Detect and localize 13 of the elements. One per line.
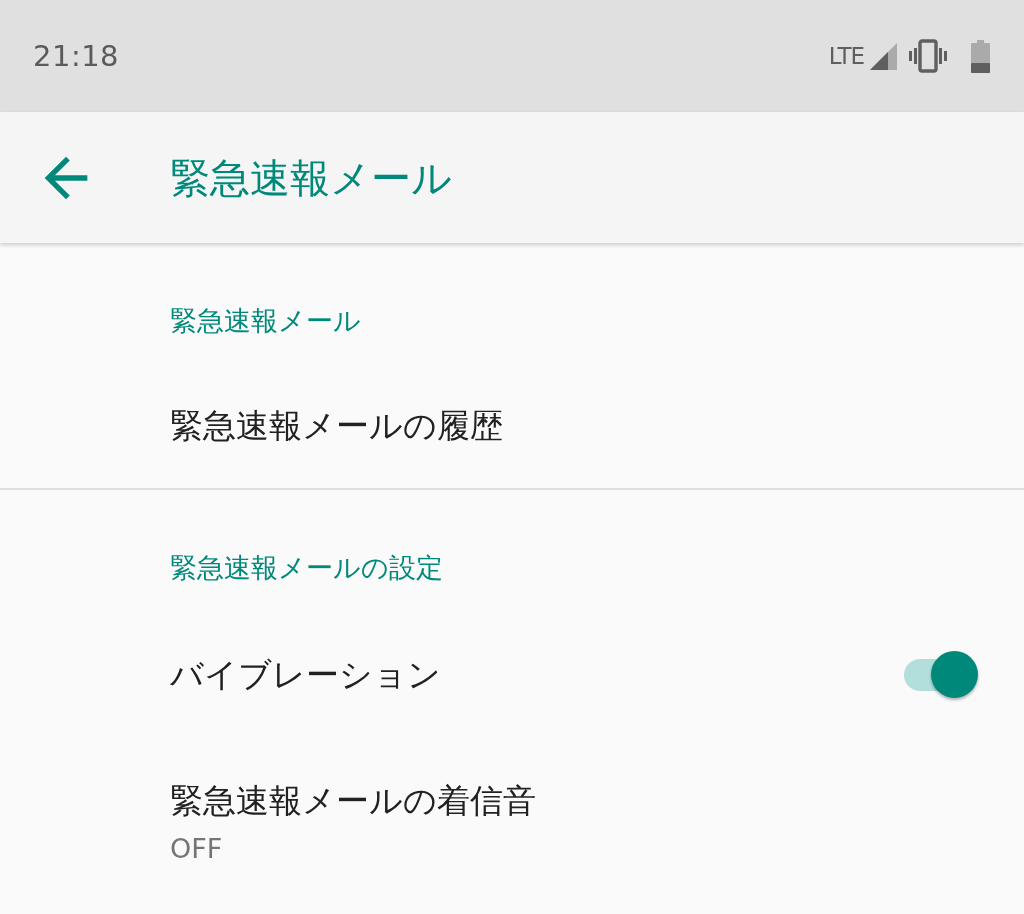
status-time: 21:18 (33, 39, 120, 73)
vibrate-icon (909, 39, 947, 73)
page-title: 緊急速報メール (170, 153, 452, 203)
section-header: 緊急速報メール (170, 304, 361, 338)
toggle-switch[interactable] (902, 651, 978, 699)
network-type: LTE (828, 43, 864, 69)
settings-item[interactable]: 緊急速報メールの着信音 (170, 779, 536, 823)
battery-icon (971, 39, 990, 73)
settings-item[interactable]: 緊急速報メールの履歴 (170, 404, 503, 448)
setting-summary: OFF (170, 832, 223, 866)
setting-label: バイブレーション (170, 654, 441, 696)
section-header: 緊急速報メールの設定 (170, 551, 443, 585)
signal-icon (870, 42, 897, 70)
